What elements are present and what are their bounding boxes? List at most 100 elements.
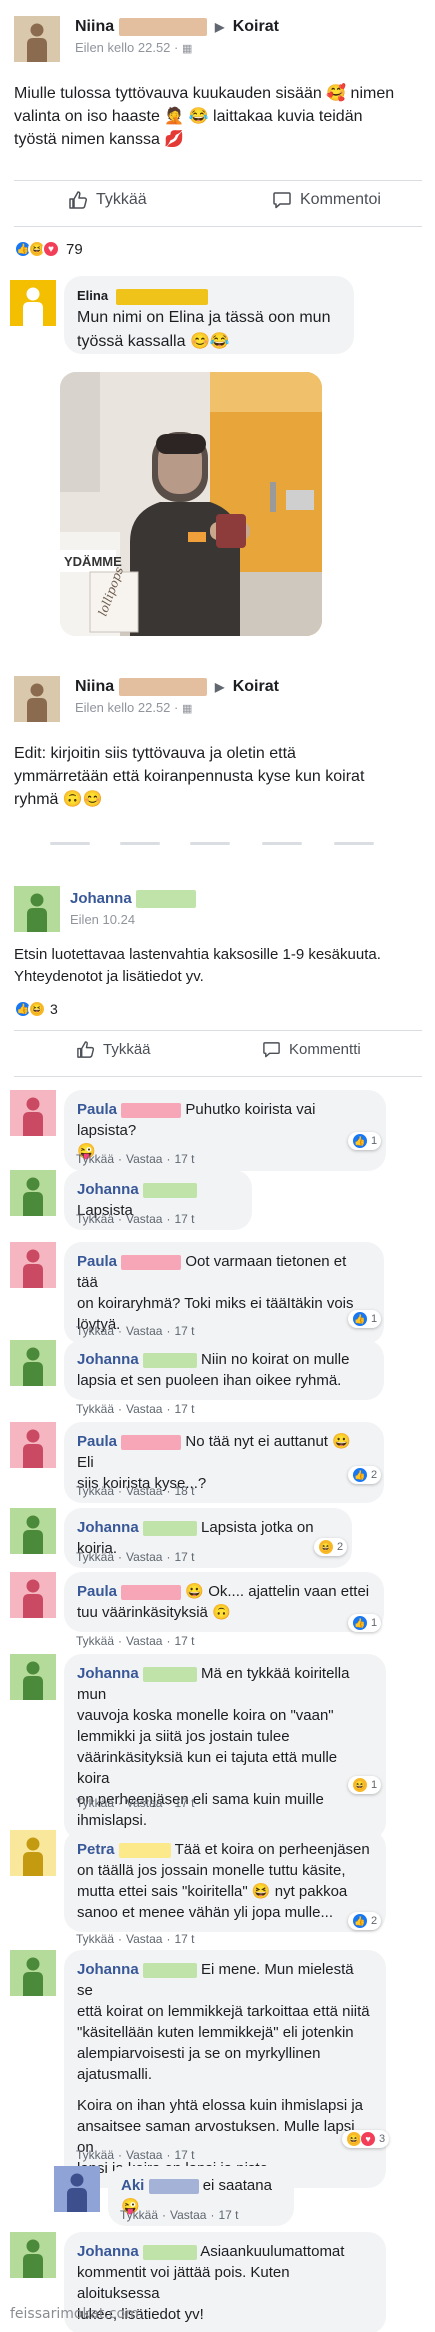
comment-reactions[interactable]: 👍 1 xyxy=(348,1132,382,1150)
separator-dot: · xyxy=(166,1634,171,1648)
like-button[interactable]: Tykkää xyxy=(76,1040,151,1059)
reaction-summary[interactable]: 👍 😆 ♥ 79 xyxy=(14,240,83,258)
comment-like-link[interactable]: Tykkää xyxy=(76,1324,114,1338)
comment-reply-link[interactable]: Vastaa xyxy=(126,1796,162,1810)
comment-reply-link[interactable]: Vastaa xyxy=(170,2208,206,2222)
separator-dot: · xyxy=(118,1550,123,1564)
comment-reply-link[interactable]: Vastaa xyxy=(126,1550,162,1564)
group-name[interactable]: Koirat xyxy=(233,678,279,695)
cashier-photo: YDÄMME lollipops xyxy=(60,372,322,636)
post-time: Eilen kello 22.52 · ▦ xyxy=(75,40,193,55)
comment-reactions[interactable]: 😆 1 xyxy=(348,1776,382,1794)
avatar[interactable] xyxy=(10,1830,56,1876)
comment-reply-link[interactable]: Vastaa xyxy=(126,2148,162,2162)
comment-time: 18 t xyxy=(174,1484,195,1498)
comment-author[interactable]: Petra xyxy=(77,1841,115,1858)
comment-like-link[interactable]: Tykkää xyxy=(76,1634,114,1648)
comment-like-link[interactable]: Tykkää xyxy=(76,2148,114,2162)
avatar[interactable] xyxy=(14,16,60,62)
post-author[interactable]: Niina ▶ Koirat xyxy=(75,18,279,36)
comment-reply-link[interactable]: Vastaa xyxy=(126,1402,162,1416)
comment-reply-link[interactable]: Vastaa xyxy=(126,1932,162,1946)
avatar[interactable] xyxy=(10,2232,56,2278)
comment-like-link[interactable]: Tykkää xyxy=(76,1932,114,1946)
reaction-summary[interactable]: 👍 😆 3 xyxy=(14,1000,58,1018)
comment-reply-link[interactable]: Vastaa xyxy=(126,1484,162,1498)
comment-time: 17 t xyxy=(174,2148,195,2162)
comment-like-link[interactable]: Tykkää xyxy=(76,1550,114,1564)
comment-author[interactable]: Johanna xyxy=(77,1351,139,1368)
person-icon xyxy=(10,280,56,326)
person-icon xyxy=(14,886,60,932)
comment-button[interactable]: Kommentti xyxy=(262,1040,361,1059)
person-icon xyxy=(10,1090,56,1136)
post-text: Etsin luotettavaa lastenvahtia kaksosill… xyxy=(14,946,381,985)
redacted-name xyxy=(121,1254,182,1270)
comment-like-link[interactable]: Tykkää xyxy=(76,1796,114,1810)
like-reaction-icon: 👍 xyxy=(352,1615,368,1631)
avatar[interactable] xyxy=(10,1090,56,1136)
avatar[interactable] xyxy=(10,1242,56,1288)
avatar[interactable] xyxy=(10,1508,56,1554)
avatar[interactable] xyxy=(14,676,60,722)
avatar[interactable] xyxy=(10,1950,56,1996)
comment-text: Niin no koirat on mulle xyxy=(201,1351,350,1368)
comment-reply-link[interactable]: Vastaa xyxy=(126,1324,162,1338)
reaction-count: 2 xyxy=(371,1915,378,1927)
comment-author[interactable]: Paula xyxy=(77,1433,117,1450)
comment-reactions[interactable]: 😆 ♥ 3 xyxy=(342,2130,390,2148)
comment-reply-link[interactable]: Vastaa xyxy=(126,1634,162,1648)
comment-button[interactable]: Kommentoi xyxy=(272,190,381,210)
comment-author[interactable]: Johanna xyxy=(77,1519,139,1536)
post-2: Niina ▶ Koirat Eilen kello 22.52 · ▦ Edi… xyxy=(0,660,435,820)
avatar[interactable] xyxy=(10,1340,56,1386)
comment-author[interactable]: Elina xyxy=(77,285,341,306)
comment-bubble: Elina Mun nimi on Elina ja tässä oon mun… xyxy=(64,276,354,354)
comment-reactions[interactable]: 👍 1 xyxy=(348,1614,382,1632)
comment-author[interactable]: Paula xyxy=(77,1253,117,1270)
arrow-icon: ▶ xyxy=(215,680,225,695)
group-name[interactable]: Koirat xyxy=(233,18,279,35)
comment-like-link[interactable]: Tykkää xyxy=(76,1212,114,1226)
comment-like-link[interactable]: Tykkää xyxy=(76,1402,114,1416)
comment-photo[interactable]: YDÄMME lollipops xyxy=(60,372,322,636)
comment-author[interactable]: Johanna xyxy=(77,2243,139,2260)
comment-reactions[interactable]: 👍 2 xyxy=(348,1466,382,1484)
comment-author[interactable]: Paula xyxy=(77,1101,117,1118)
comment-actions: Tykkää · Vastaa · 17 t xyxy=(76,1796,199,1810)
avatar[interactable] xyxy=(14,886,60,932)
avatar[interactable] xyxy=(10,280,56,326)
comment-text: vauvoja koska monelle koira on "vaan" xyxy=(77,1707,334,1724)
comment-author[interactable]: Johanna xyxy=(77,1665,139,1682)
comment-actions: Tykkää · Vastaa · 17 t xyxy=(76,2148,199,2162)
comment-reply-link[interactable]: Vastaa xyxy=(126,1212,162,1226)
avatar[interactable] xyxy=(54,2166,100,2212)
comment-text: Asiaankuulumattomat xyxy=(200,2243,345,2260)
comment-reactions[interactable]: 😆 2 xyxy=(314,1538,348,1556)
comment-author[interactable]: Johanna xyxy=(77,1181,139,1198)
comment-author[interactable]: Aki xyxy=(121,2177,144,2194)
comment-author[interactable]: Johanna xyxy=(77,1961,139,1978)
comment-actions: Tykkää · Vastaa · 17 t xyxy=(76,1212,199,1226)
post-author[interactable]: Niina ▶ Koirat xyxy=(75,678,279,696)
comment-reactions[interactable]: 👍 2 xyxy=(348,1912,382,1930)
redacted-name xyxy=(142,2244,197,2260)
comment-text: ihmislapsi. xyxy=(77,1812,148,1829)
comment-like-link[interactable]: Tykkää xyxy=(120,2208,158,2222)
comment-reply-link[interactable]: Vastaa xyxy=(126,1152,162,1166)
watermark: feissarimokat.com xyxy=(10,2306,139,2322)
comment-like-link[interactable]: Tykkää xyxy=(76,1484,114,1498)
avatar[interactable] xyxy=(10,1572,56,1618)
post-author[interactable]: Johanna xyxy=(70,890,196,909)
comment-text: Oot varmaan tietonen et tää xyxy=(77,1253,347,1291)
avatar[interactable] xyxy=(10,1170,56,1216)
comment-like-link[interactable]: Tykkää xyxy=(76,1152,114,1166)
separator-dot: · xyxy=(162,2208,167,2222)
like-button[interactable]: Tykkää xyxy=(68,190,147,210)
comment-author[interactable]: Paula xyxy=(77,1583,117,1600)
avatar[interactable] xyxy=(10,1422,56,1468)
person-icon xyxy=(10,1572,56,1618)
comment-reactions[interactable]: 👍 1 xyxy=(348,1310,382,1328)
avatar[interactable] xyxy=(10,1654,56,1700)
separator-dot: · xyxy=(166,1212,171,1226)
